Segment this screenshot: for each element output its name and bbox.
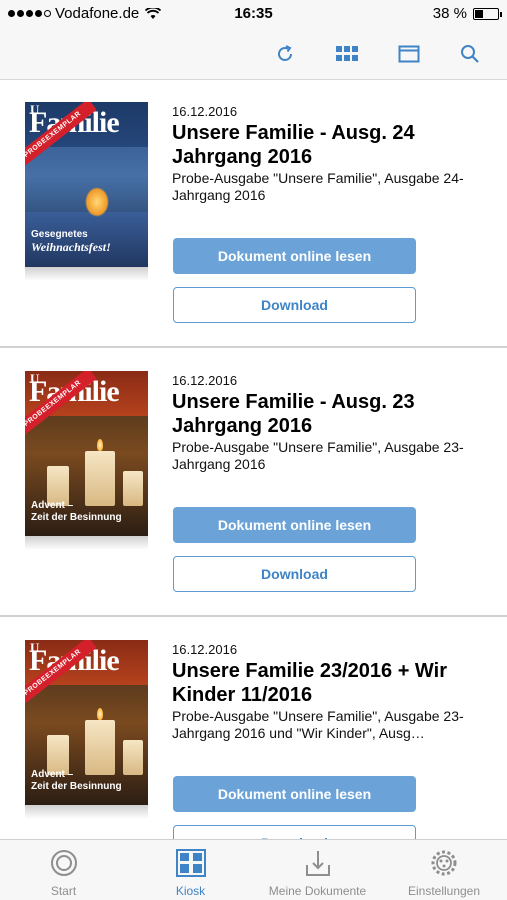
issue-cover-image[interactable]: U Familie PROBEEXEMPLAR Advent – Zeit de… — [25, 371, 148, 536]
cover-caption: Gesegnetes Weihnachtsfest! — [31, 229, 111, 254]
issue-description: Probe-Ausgabe "Unsere Familie", Ausgabe … — [172, 439, 464, 472]
issue-cover-image[interactable]: U Familie PROBEEXEMPLAR Gesegnetes Weihn… — [25, 102, 148, 267]
cover-caption: Advent – Zeit der Besinnung — [31, 769, 122, 792]
read-online-button[interactable]: Dokument online lesen — [173, 507, 416, 543]
issue-cover-image[interactable]: U Familie PROBEEXEMPLAR Advent – Zeit de… — [25, 640, 148, 805]
refresh-icon[interactable] — [272, 41, 298, 67]
tab-kiosk[interactable]: Kiosk — [127, 840, 254, 900]
issue-description: Probe-Ausgabe "Unsere Familie", Ausgabe … — [172, 170, 464, 203]
clock: 16:35 — [234, 5, 273, 22]
tab-bar: Start Kiosk Meine Dokumente Einstellunge… — [0, 839, 507, 900]
tab-label: Einstellungen — [407, 884, 481, 898]
documents-icon — [303, 848, 333, 878]
tab-label: Kiosk — [175, 884, 206, 898]
read-online-button[interactable]: Dokument online lesen — [173, 776, 416, 812]
issue-date: 16.12.2016 — [172, 642, 238, 657]
window-icon[interactable] — [396, 41, 422, 67]
status-bar: Vodafone.de 16:35 38 % — [0, 0, 507, 30]
download-button[interactable]: Download — [173, 556, 416, 592]
cover-caption: Advent – Zeit der Besinnung — [31, 500, 122, 523]
top-toolbar — [0, 30, 507, 80]
issue-title: Unsere Familie 23/2016 + Wir Kinder 11/2… — [172, 660, 447, 706]
kiosk-icon — [175, 848, 206, 878]
battery-info: 38 % — [432, 5, 502, 22]
tab-einstellungen[interactable]: Einstellungen — [381, 840, 507, 900]
tab-start[interactable]: Start — [0, 840, 127, 900]
read-online-button[interactable]: Dokument online lesen — [173, 238, 416, 274]
settings-icon — [429, 848, 459, 878]
grid-icon[interactable] — [334, 41, 360, 67]
issue-date: 16.12.2016 — [172, 104, 238, 119]
download-button[interactable]: Download — [173, 287, 416, 323]
issue-title: Unsere Familie - Ausg. 24 Jahrgang 2016 — [172, 122, 415, 168]
tab-meine-dokumente[interactable]: Meine Dokumente — [254, 840, 381, 900]
tab-label: Meine Dokumente — [268, 884, 367, 898]
issue-date: 16.12.2016 — [172, 373, 238, 388]
issue-card: U Familie PROBEEXEMPLAR Advent – Zeit de… — [0, 349, 507, 617]
issue-card: U Familie PROBEEXEMPLAR Gesegnetes Weihn… — [0, 80, 507, 348]
battery-percent: 38 % — [432, 5, 467, 22]
start-icon — [49, 848, 79, 878]
issue-title: Unsere Familie - Ausg. 23 Jahrgang 2016 — [172, 391, 415, 437]
issue-description: Probe-Ausgabe "Unsere Familie", Ausgabe … — [172, 708, 464, 741]
battery-icon — [473, 7, 502, 20]
search-icon[interactable] — [457, 41, 483, 67]
tab-label: Start — [50, 884, 77, 898]
